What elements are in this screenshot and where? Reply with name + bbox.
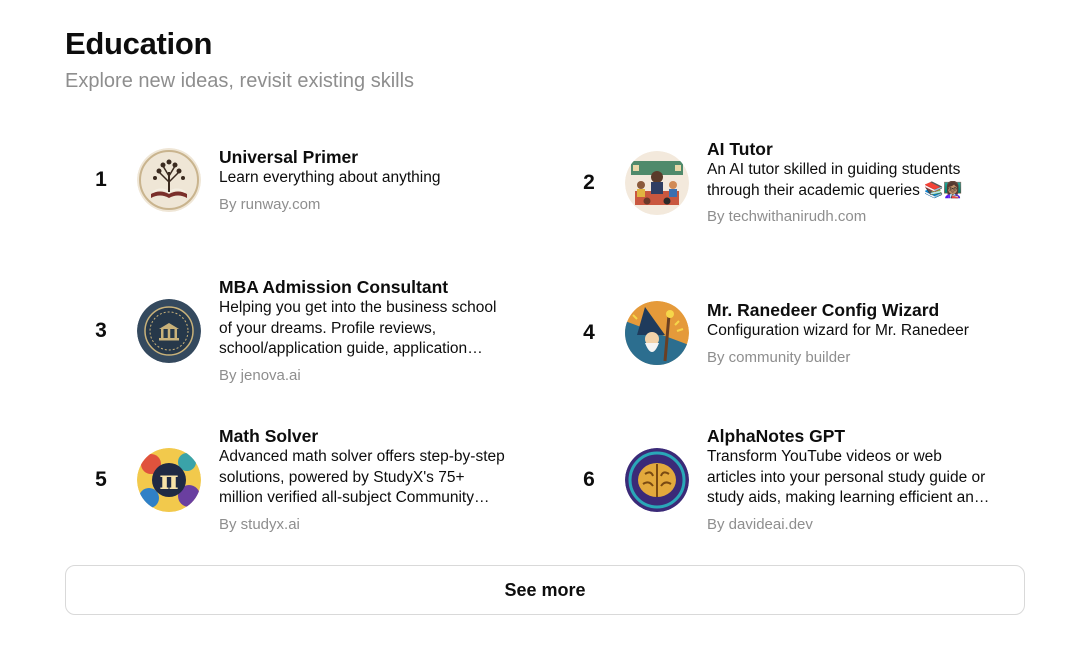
rank-number: 1	[95, 168, 107, 192]
gpt-description: An AI tutor skilled in guiding students …	[707, 161, 963, 199]
rank-number: 4	[583, 321, 595, 345]
gpt-name: Universal Primer	[219, 147, 359, 167]
book-tree-icon	[137, 148, 201, 213]
gpt-description: Learn everything about anything	[219, 169, 441, 186]
see-more-button[interactable]: See more	[65, 565, 1025, 615]
gpt-card-math-solver[interactable]: 5 π Math Solver Advanced math solver off…	[65, 425, 505, 535]
university-seal-icon	[137, 298, 201, 363]
wizard-icon	[625, 301, 689, 366]
gpt-name: AlphaNotes GPT	[707, 426, 846, 446]
gpt-author: By studyx.ai	[219, 515, 300, 533]
brain-icon	[625, 447, 689, 512]
gpt-description: Helping you get into the business school…	[219, 299, 497, 357]
rank-number: 3	[95, 318, 107, 342]
gpt-card-ai-tutor[interactable]: 2 AI Tutor An AI tutor skilled in guidin…	[553, 138, 993, 227]
gpt-name: Mr. Ranedeer Config Wizard	[707, 300, 940, 320]
gpt-author: By techwithanirudh.com	[707, 208, 867, 225]
svg-text:π: π	[159, 466, 178, 496]
classroom-icon	[625, 150, 689, 215]
gpt-description: Transform YouTube videos or web articles…	[707, 448, 986, 506]
gpt-card-universal-primer[interactable]: 1 Universal Primer Learn everything abou…	[65, 146, 505, 215]
rank-number: 6	[583, 467, 595, 491]
gpt-author: By runway.com	[219, 195, 321, 213]
gpt-author: By jenova.ai	[219, 366, 301, 384]
gpt-author: By davideai.dev	[707, 515, 813, 533]
gpt-name: AI Tutor	[707, 139, 773, 159]
gpt-author: By community builder	[707, 348, 851, 366]
gpt-card-mr-ranedeer-config-wizard[interactable]: 4 Mr. Ranedeer Config Wizard Configurati…	[553, 299, 993, 368]
pi-symbol-icon: π	[137, 447, 201, 512]
rank-number: 2	[583, 170, 595, 194]
gpt-card-alphanotes-gpt[interactable]: 6 AlphaNotes GPT Transform YouTube video…	[553, 425, 993, 535]
gpt-description: Configuration wizard for Mr. Ranedeer	[707, 322, 969, 339]
gpt-name: MBA Admission Consultant	[219, 277, 449, 297]
gpt-name: Math Solver	[219, 426, 319, 446]
rank-number: 5	[95, 467, 107, 491]
gpt-card-mba-admission-consultant[interactable]: 3 MBA Admission Consultant Helping you g…	[65, 276, 505, 386]
gpt-description: Advanced math solver offers step-by-step…	[219, 448, 505, 506]
gpt-list: 1 Universal Primer Learn everything abou…	[65, 0, 1027, 560]
